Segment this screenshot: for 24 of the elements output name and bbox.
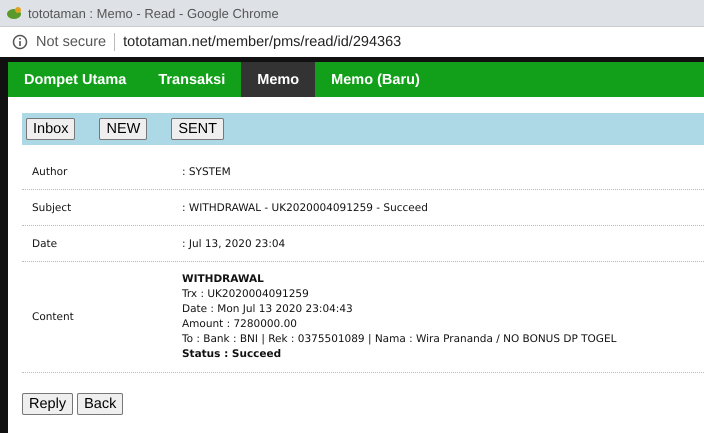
info-icon[interactable] bbox=[12, 34, 28, 50]
toolbar-button[interactable]: NEW bbox=[99, 118, 148, 140]
security-label: Not secure bbox=[36, 34, 106, 50]
content-line: To : Bank : BNI | Rek : 0375501089 | Nama : Wira Prananda / NO BONUS DP TOGEL bbox=[182, 332, 616, 347]
action-button[interactable]: Reply bbox=[22, 393, 74, 415]
nav-tab[interactable]: Memo bbox=[241, 62, 316, 97]
content-line: Trx : UK2020004091259 bbox=[182, 287, 310, 302]
field-value: : WITHDRAWAL - UK2020004091259 - Succeed bbox=[182, 202, 428, 214]
field-label: Content bbox=[31, 311, 75, 323]
field-label: Subject bbox=[31, 202, 72, 214]
app-icon bbox=[6, 6, 22, 20]
field-value: : SYSTEM bbox=[182, 166, 231, 178]
field-value: : Jul 13, 2020 23:04 bbox=[182, 238, 286, 250]
window-title: tototaman : Memo - Read - Google Chrome bbox=[28, 6, 279, 20]
content-line: Amount : 7280000.00 bbox=[182, 317, 298, 332]
url-text[interactable]: tototaman.net/member/pms/read/id/294363 bbox=[123, 34, 402, 50]
toolbar-button[interactable]: SENT bbox=[171, 118, 224, 140]
toolbar-button[interactable]: Inbox bbox=[26, 118, 76, 140]
content-line: Status : Succeed bbox=[182, 347, 282, 362]
action-button[interactable]: Back bbox=[77, 393, 124, 415]
content-line: WITHDRAWAL bbox=[182, 272, 265, 287]
content-line: Date : Mon Jul 13 2020 23:04:43 bbox=[182, 302, 354, 317]
field-label: Author bbox=[31, 166, 68, 178]
field-label: Date bbox=[31, 238, 58, 250]
